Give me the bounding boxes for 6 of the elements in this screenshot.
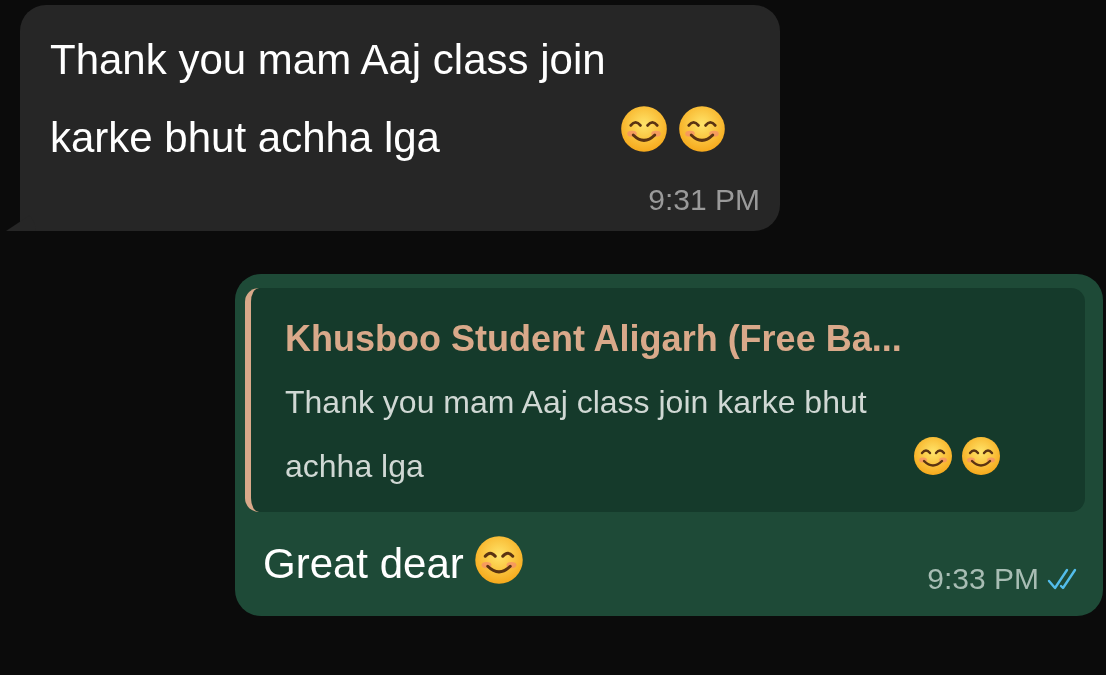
message-text: Thank you mam Aaj class join karke bhut achha lga <box>50 35 607 163</box>
quoted-text: Thank you mam Aaj class join karke bhut achha lga <box>285 383 868 486</box>
message-text: Great dear <box>263 539 464 589</box>
quoted-author: Khusboo Student Aligarh (Free Ba... <box>285 318 903 360</box>
message-time: 9:33 PM <box>927 562 1039 596</box>
message-time: 9:31 PM <box>648 183 760 217</box>
